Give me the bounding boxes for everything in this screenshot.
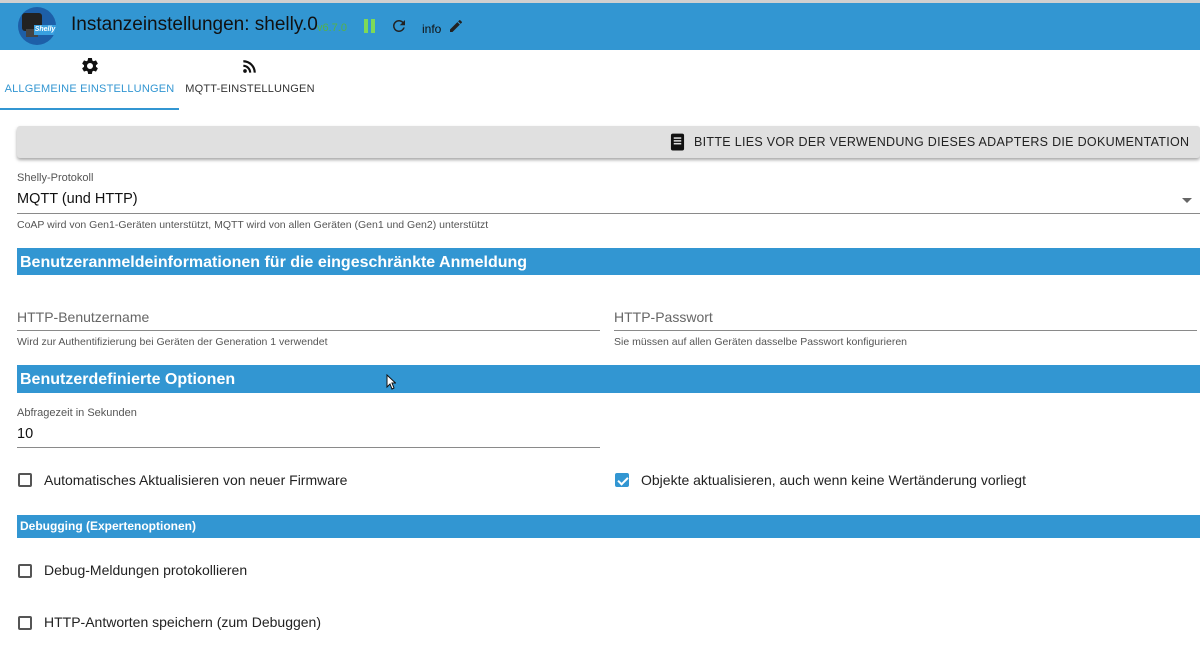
http-username-underline: [17, 330, 600, 331]
save-http-label[interactable]: HTTP-Antworten speichern (zum Debuggen): [44, 614, 321, 630]
gear-icon: [81, 57, 98, 74]
tab-general-settings[interactable]: ALLGEMEINE EINSTELLUNGEN: [0, 56, 179, 110]
http-username-help: Wird zur Authentifizierung bei Geräten d…: [17, 336, 328, 348]
http-password-input[interactable]: HTTP-Passwort: [614, 309, 713, 325]
protocol-help: CoAP wird von Gen1-Geräten unterstützt, …: [17, 219, 489, 231]
poll-interval-input[interactable]: 10: [17, 426, 33, 442]
info-label[interactable]: info: [422, 22, 441, 36]
save-http-checkbox[interactable]: [18, 616, 32, 630]
tab-mqtt-label: MQTT-EINSTELLUNGEN: [185, 83, 315, 95]
update-objects-label[interactable]: Objekte aktualisieren, auch wenn keine W…: [641, 472, 1026, 488]
section-debug-header: Debugging (Expertenoptionen): [17, 515, 1200, 538]
update-objects-checkbox[interactable]: [615, 473, 629, 487]
logo-brand-text: Shelly: [34, 25, 56, 35]
tab-mqtt-settings[interactable]: MQTT-EINSTELLUNGEN: [180, 56, 320, 108]
tab-general-label: ALLGEMEINE EINSTELLUNGEN: [4, 83, 175, 95]
protocol-select[interactable]: MQTT (und HTTP): [17, 191, 138, 207]
section-credentials-header: Benutzeranmeldeinformationen für die ein…: [17, 248, 1200, 275]
pencil-icon[interactable]: [448, 18, 464, 34]
http-username-input[interactable]: HTTP-Benutzername: [17, 309, 149, 325]
book-icon: [670, 133, 685, 151]
poll-interval-label: Abfragezeit in Sekunden: [17, 407, 137, 419]
poll-interval-underline: [17, 447, 600, 448]
auto-update-checkbox[interactable]: [18, 473, 32, 487]
shelly-logo: Shelly: [18, 7, 56, 45]
chevron-down-icon[interactable]: [1182, 198, 1192, 203]
pause-icon[interactable]: [364, 19, 376, 33]
documentation-button-label: BITTE LIES VOR DER VERWENDUNG DIESES ADA…: [694, 135, 1190, 149]
documentation-button[interactable]: BITTE LIES VOR DER VERWENDUNG DIESES ADA…: [17, 126, 1200, 158]
section-custom-header: Benutzerdefinierte Optionen: [17, 365, 1200, 393]
rss-feed-icon: [243, 60, 256, 73]
protocol-label: Shelly-Protokoll: [17, 172, 94, 184]
mouse-cursor-icon: [386, 374, 396, 390]
http-password-underline: [614, 330, 1197, 331]
http-password-help: Sie müssen auf allen Geräten dasselbe Pa…: [614, 336, 907, 348]
debug-log-label[interactable]: Debug-Meldungen protokollieren: [44, 562, 247, 578]
debug-log-checkbox[interactable]: [18, 564, 32, 578]
top-bar: Shelly Instanzeinstellungen: shelly.0 v6…: [0, 0, 1200, 50]
reload-icon[interactable]: [390, 17, 408, 35]
protocol-underline: [17, 213, 1200, 214]
page-title: Instanzeinstellungen: shelly.0: [71, 14, 318, 35]
version-badge: v6.7.0: [317, 22, 347, 34]
auto-update-label[interactable]: Automatisches Aktualisieren von neuer Fi…: [44, 472, 347, 488]
